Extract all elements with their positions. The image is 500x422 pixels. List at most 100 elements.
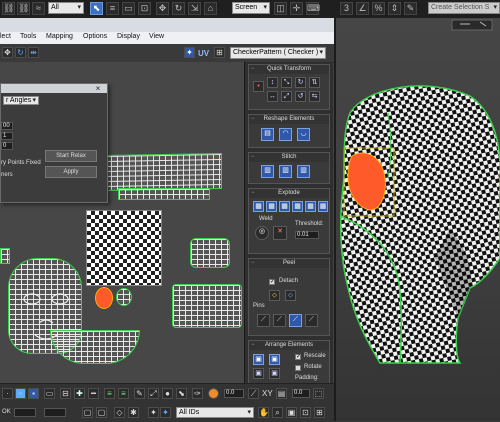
u-coordinate-field[interactable] <box>14 408 36 417</box>
stitch-to-target-icon[interactable]: ▥ <box>261 165 274 178</box>
detach-checkbox[interactable]: ✓ <box>269 279 275 285</box>
weld-all-selected-icon[interactable]: ✕ <box>273 226 287 240</box>
edge-mode-icon[interactable]: ▫ <box>15 388 26 399</box>
straighten-selection-icon[interactable]: ▤ <box>261 128 274 141</box>
snaps-toggle-icon[interactable]: 3 <box>340 2 353 15</box>
texture-map-dropdown[interactable]: CheckerPattern ( Checker ) <box>230 47 326 59</box>
peel-mode-icon[interactable]: ⬦ <box>285 290 296 301</box>
stitch-title[interactable]: Stitch <box>249 153 329 162</box>
grid-snap-icon[interactable]: ⊞ <box>314 407 325 418</box>
menu-display[interactable]: Display <box>117 33 140 40</box>
rectangular-selection-icon[interactable]: ▭ <box>122 2 135 15</box>
reference-coordinate-dropdown[interactable]: Screen <box>232 2 270 14</box>
explode-title[interactable]: Explode <box>249 189 329 198</box>
align-vertical-icon[interactable]: ↕ <box>267 77 278 88</box>
uv-shell-ear-selected[interactable] <box>95 287 113 309</box>
paint-mode-icon[interactable]: ⤢ <box>148 388 159 399</box>
uv-shell-top-fringe[interactable] <box>118 188 210 200</box>
show-shared-icon[interactable]: ◇ <box>114 407 125 418</box>
xy-label[interactable]: XY <box>262 389 273 398</box>
keyboard-shortcut-icon[interactable]: ⌨ <box>306 2 320 15</box>
stitch-to-source-icon[interactable]: ▥ <box>297 165 310 178</box>
shrink-selection-icon[interactable]: ━ <box>88 388 99 399</box>
paint-size-icon[interactable]: ● <box>162 388 173 399</box>
space-horizontal-icon[interactable]: ⤢ <box>281 91 292 102</box>
angle-snap-icon[interactable]: ∠ <box>356 2 369 15</box>
align-to-edge-icon[interactable]: ⤡ <box>281 77 292 88</box>
element-mode-icon[interactable]: ▭ <box>44 388 55 399</box>
select-by-element-icon[interactable]: ⊟ <box>60 388 71 399</box>
select-move-icon[interactable]: ✥ <box>156 2 169 15</box>
relax-until-flat-icon[interactable]: ◠ <box>279 128 292 141</box>
weld-selected-icon[interactable]: ◎ <box>255 226 269 240</box>
iterations-spinner[interactable]: 00 <box>1 122 13 130</box>
selection-filter-dropdown[interactable]: All <box>48 2 84 14</box>
select-rotate-icon[interactable]: ↻ <box>172 2 185 15</box>
select-object-icon[interactable]: ⬉ <box>90 2 103 15</box>
link-icon[interactable]: ⛓ <box>2 2 15 15</box>
menu-tools[interactable]: Tools <box>20 33 36 40</box>
transform-value-field[interactable]: 0.0 <box>292 389 310 398</box>
select-manipulate-icon[interactable]: ✛ <box>290 2 303 15</box>
weld-threshold-spinner[interactable]: 0.01 <box>295 231 319 239</box>
v-coordinate-field[interactable] <box>44 408 66 417</box>
relax-icon[interactable]: ◡ <box>297 128 310 141</box>
align-horizontal-icon[interactable]: ↔ <box>267 91 278 102</box>
perspective-viewport[interactable] <box>330 18 500 421</box>
flip-vertical-icon[interactable]: ⇅ <box>309 77 320 88</box>
polygon-mode-icon[interactable]: ▪ <box>28 388 39 399</box>
pack-together-icon[interactable]: ▣ <box>269 354 280 365</box>
select-place-icon[interactable]: ⌂ <box>204 2 217 15</box>
loop-selection-icon[interactable]: ≡ <box>104 388 115 399</box>
vertex-mode-icon[interactable]: · <box>2 388 13 399</box>
zoom-extents-icon[interactable]: ⊡ <box>300 407 311 418</box>
peel-title[interactable]: Peel <box>249 259 329 268</box>
rescale-checkbox[interactable]: ✓ <box>295 354 301 360</box>
flip-horizontal-icon[interactable]: ⇆ <box>309 91 320 102</box>
auto-pin-icon[interactable]: ⟋ <box>305 314 318 327</box>
select-scale-icon[interactable]: ⇲ <box>188 2 201 15</box>
uv-shell-neck-right[interactable] <box>172 284 242 328</box>
grow-selection-icon[interactable]: ✚ <box>74 388 85 399</box>
pan-icon[interactable]: ✋ <box>258 407 269 418</box>
uv-shell-right[interactable] <box>190 238 230 268</box>
uv-shell-ear[interactable] <box>116 288 132 306</box>
menu-options[interactable]: Options <box>83 33 107 40</box>
show-map-icon[interactable]: ✦ <box>184 47 195 58</box>
world-coords-icon[interactable]: ▢ <box>82 407 93 418</box>
absolute-mode-icon[interactable]: ⟋ <box>248 388 259 399</box>
unhide-all-icon[interactable]: ✦ <box>148 407 159 418</box>
rescale-elements-icon[interactable]: ▣ <box>269 368 280 379</box>
filter-selected-icon[interactable]: ✦ <box>160 407 171 418</box>
uv-shell-top[interactable] <box>104 152 222 192</box>
rotate-minus-90-icon[interactable]: ↺ <box>295 91 306 102</box>
arrange-elements-title[interactable]: Arrange Elements <box>249 341 329 350</box>
uv-grid-icon[interactable]: ⊞ <box>214 47 225 58</box>
break-icon[interactable]: ▦ <box>253 201 264 212</box>
uv-shell-neck-bottom[interactable] <box>50 330 140 364</box>
soft-select-icon[interactable] <box>208 388 219 399</box>
flatten-by-material-id-icon[interactable]: ▦ <box>292 201 303 212</box>
relax-method-dropdown[interactable]: r Angles <box>3 96 39 105</box>
element-id-icon[interactable]: ▢ <box>96 407 107 418</box>
set-pivot-icon[interactable]: • <box>253 81 264 92</box>
pivot-center-icon[interactable]: ◫ <box>274 2 287 15</box>
bind-icon[interactable]: ≈ <box>32 2 45 15</box>
scale-icon[interactable]: ⇹ <box>28 47 39 58</box>
pin-selection-icon[interactable]: ⟋ <box>257 314 270 327</box>
zoom-icon[interactable]: ⌕ <box>272 407 283 418</box>
select-by-name-icon[interactable]: ≡ <box>106 2 119 15</box>
unpin-selection-icon[interactable]: ⟋ <box>273 314 286 327</box>
rotate-checkbox[interactable] <box>295 365 301 371</box>
close-icon[interactable]: × <box>93 84 103 93</box>
filter-icon[interactable]: ✱ <box>128 407 139 418</box>
menu-mapping[interactable]: Mapping <box>46 33 73 40</box>
rotate-90-icon[interactable]: ↻ <box>295 77 306 88</box>
pen-icon[interactable]: ✑ <box>192 388 203 399</box>
unlink-icon[interactable]: ⛓ <box>17 2 30 15</box>
window-crossing-icon[interactable]: ⊡ <box>138 2 151 15</box>
quick-transform-title[interactable]: Quick Transform <box>249 65 329 74</box>
menu-select[interactable]: lect <box>0 33 11 40</box>
uv-shell-fragment[interactable] <box>0 248 10 264</box>
pack-normalize-icon[interactable]: ▣ <box>253 354 264 365</box>
